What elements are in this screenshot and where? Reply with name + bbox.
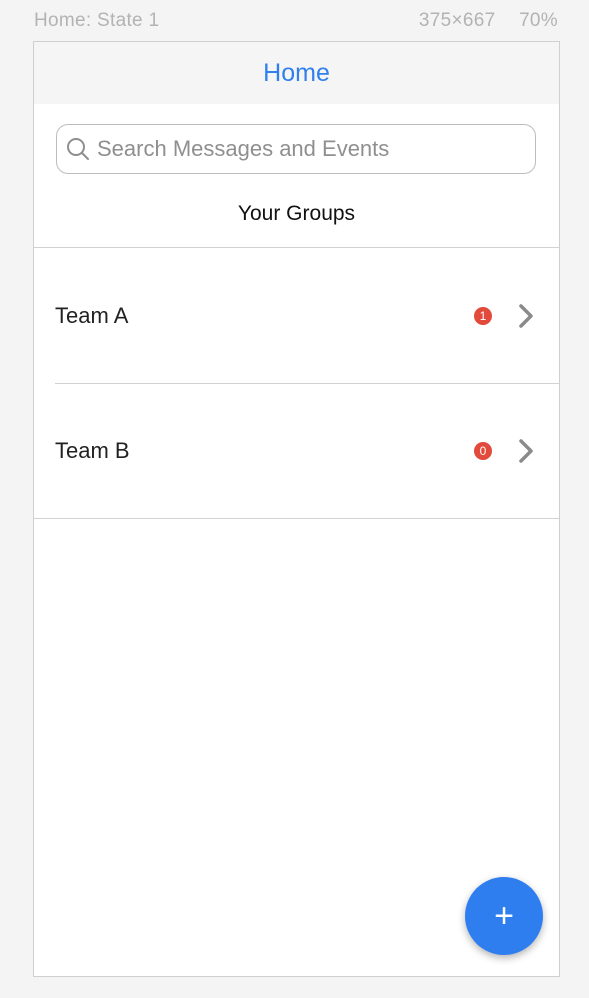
plus-icon: + [494,897,514,935]
group-list: Team A 1 Team B 0 [34,248,559,518]
artboard-zoom: 70% [519,10,558,31]
chevron-right-icon [517,438,535,464]
artboard-meta: 375×667 70% [419,10,558,32]
search-icon [65,136,91,162]
artboard-size: 375×667 [418,10,496,31]
divider [34,518,559,519]
artboard-header: Home: State 1 375×667 70% [34,10,558,34]
group-name: Team A [55,302,129,328]
artboard-name: Home: State 1 [34,10,160,31]
phone-screen: Home Your Groups Team A 1 Team B 0 [33,41,560,977]
chevron-right-icon [517,303,535,329]
unread-badge: 0 [474,442,492,460]
page-title: Home [263,58,330,87]
search-input[interactable] [97,136,517,162]
group-name: Team B [55,438,130,463]
navigation-bar: Home [34,42,559,104]
section-title: Your Groups [237,202,356,225]
add-group-button[interactable]: + [465,877,543,955]
group-row-team-a[interactable]: Team A 1 [34,248,559,383]
unread-badge: 1 [474,306,492,325]
group-row-team-b[interactable]: Team B 0 [55,383,559,518]
search-bar[interactable] [56,124,536,174]
